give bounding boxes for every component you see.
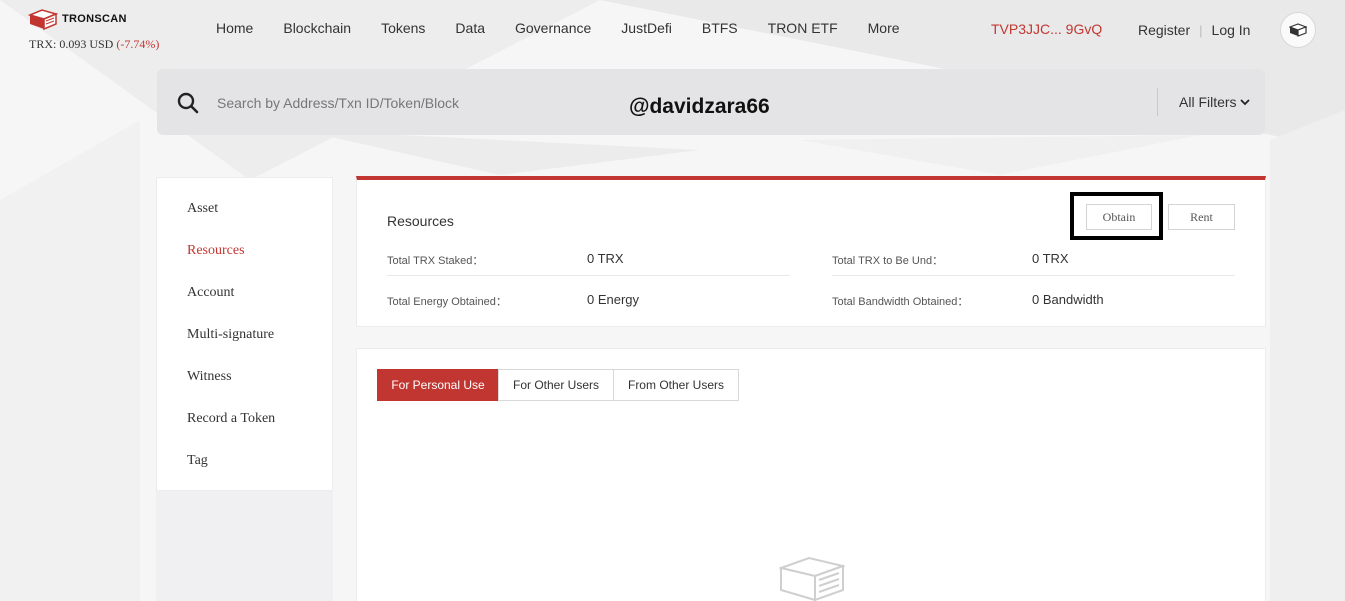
trx-price-text: TRX: 0.093 USD bbox=[29, 37, 117, 51]
search-icon[interactable] bbox=[177, 92, 199, 114]
tab-for-other-users[interactable]: For Other Users bbox=[498, 369, 614, 401]
stat-label-trx-unstake: Total TRX to Be Und： bbox=[832, 255, 944, 267]
nav-tokens[interactable]: Tokens bbox=[381, 20, 425, 36]
wallet-address[interactable]: TVP3JJC... 9GvQ bbox=[991, 21, 1102, 37]
nav-justdefi[interactable]: JustDefi bbox=[621, 20, 672, 36]
login-link[interactable]: Log In bbox=[1212, 22, 1251, 38]
nav-more[interactable]: More bbox=[868, 20, 900, 36]
nav-home[interactable]: Home bbox=[216, 20, 253, 36]
stat-label-trx-staked: Total TRX Staked： bbox=[387, 255, 484, 267]
language-icon bbox=[1289, 23, 1307, 37]
top-header: TRONSCAN TRX: 0.093 USD (-7.74%) Home Bl… bbox=[0, 0, 1345, 60]
sidebar-item-multi-signature[interactable]: Multi-signature bbox=[187, 327, 274, 343]
nav-tron-etf[interactable]: TRON ETF bbox=[768, 20, 838, 36]
stat-value-trx-staked: 0 TRX bbox=[587, 251, 624, 266]
nav-blockchain[interactable]: Blockchain bbox=[283, 20, 351, 36]
stat-label-bandwidth: Total Bandwidth Obtained： bbox=[832, 296, 969, 308]
resources-title: Resources bbox=[387, 213, 454, 229]
tronscan-logo-icon bbox=[28, 9, 58, 30]
language-button[interactable] bbox=[1280, 12, 1316, 48]
trx-price: TRX: 0.093 USD (-7.74%) bbox=[29, 37, 159, 52]
stat-label-energy: Total Energy Obtained： bbox=[387, 296, 507, 308]
sidebar-item-witness[interactable]: Witness bbox=[187, 369, 232, 385]
sidebar-item-resources[interactable]: Resources bbox=[187, 243, 245, 259]
account-sidebar: Asset Resources Account Multi-signature … bbox=[156, 177, 333, 491]
stat-value-bandwidth: 0 Bandwidth bbox=[1032, 292, 1104, 307]
nav-governance[interactable]: Governance bbox=[515, 20, 591, 36]
search-input[interactable]: Search by Address/Txn ID/Token/Block bbox=[217, 95, 459, 111]
empty-box-icon bbox=[779, 556, 845, 601]
obtain-button[interactable]: Obtain bbox=[1086, 204, 1152, 230]
usage-tabs: For Personal Use For Other Users From Ot… bbox=[377, 369, 739, 401]
register-link[interactable]: Register bbox=[1138, 22, 1190, 38]
stats-divider-left bbox=[387, 275, 790, 276]
stats-divider-right bbox=[832, 275, 1235, 276]
stat-value-energy: 0 Energy bbox=[587, 292, 640, 307]
sidebar-item-tag[interactable]: Tag bbox=[187, 453, 208, 469]
auth-separator: | bbox=[1199, 22, 1203, 38]
main-nav: Home Blockchain Tokens Data Governance J… bbox=[216, 20, 930, 36]
trx-price-change: (-7.74%) bbox=[116, 37, 160, 51]
resource-usage-card: For Personal Use For Other Users From Ot… bbox=[356, 348, 1266, 601]
watermark-text: @davidzara66 bbox=[629, 95, 770, 118]
stat-value-trx-unstake: 0 TRX bbox=[1032, 251, 1069, 266]
resources-card: Resources Obtain Rent Total TRX Staked： … bbox=[356, 176, 1266, 327]
all-filters-label: All Filters bbox=[1179, 94, 1237, 110]
search-divider bbox=[1157, 88, 1158, 116]
sidebar-item-account[interactable]: Account bbox=[187, 285, 234, 301]
brand-logo[interactable]: TRONSCAN bbox=[28, 8, 127, 30]
chevron-down-icon bbox=[1239, 99, 1250, 106]
brand-name: TRONSCAN bbox=[62, 13, 127, 25]
rent-button[interactable]: Rent bbox=[1168, 204, 1235, 230]
tab-from-other-users[interactable]: From Other Users bbox=[613, 369, 739, 401]
nav-data[interactable]: Data bbox=[455, 20, 485, 36]
all-filters-dropdown[interactable]: All Filters bbox=[1179, 94, 1250, 110]
auth-links: Register | Log In bbox=[1138, 22, 1250, 38]
sidebar-item-record-token[interactable]: Record a Token bbox=[187, 411, 275, 427]
tab-for-personal-use[interactable]: For Personal Use bbox=[377, 369, 499, 401]
sidebar-background bbox=[156, 491, 333, 601]
sidebar-item-asset[interactable]: Asset bbox=[187, 201, 218, 217]
nav-btfs[interactable]: BTFS bbox=[702, 20, 738, 36]
